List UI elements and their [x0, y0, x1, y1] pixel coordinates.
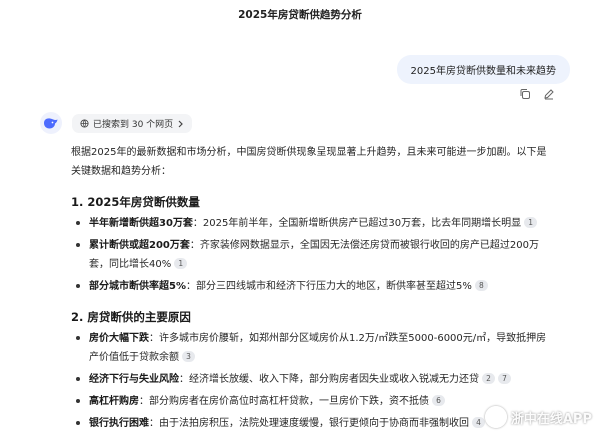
citation-badge[interactable]: 6	[432, 395, 445, 406]
item-bold: 高杠杆购房	[89, 396, 139, 407]
watermark-logo-icon	[484, 406, 507, 428]
list-item: 银行执行困难：由于法拍房积压，法院处理速度缓慢，银行更倾向于协商而非强制收回 4	[71, 414, 551, 433]
search-chip-label: 已搜索到 30 个网页	[93, 120, 174, 130]
search-results-chip[interactable]: 已搜索到 30 个网页	[72, 114, 193, 133]
item-bold: 部分城市断供率超5%	[89, 281, 186, 292]
section-heading: 2. 房贷断供的主要原因	[71, 310, 191, 324]
user-message-bubble: 2025年房贷断供数量和未来趋势	[396, 55, 570, 84]
item-text: ：由于法拍房积压，法院处理速度缓慢，银行更倾向于协商而非强制收回	[149, 418, 469, 429]
list-item: 累计断供或超200万套：齐家装修网数据显示，全国因无法偿还房贷而被银行收回的房产…	[71, 236, 551, 274]
section-heading: 1. 2025年房贷断供数量	[71, 195, 200, 209]
item-text: ：经济增长放缓、收入下降，部分购房者因失业或收入锐减无力还贷	[179, 374, 479, 385]
user-message-text: 2025年房贷断供数量和未来趋势	[410, 66, 556, 77]
copy-icon[interactable]	[519, 88, 531, 100]
assistant-answer: 根据2025年的最新数据和市场分析，中国房贷断供现象呈现显著上升趋势，且未来可能…	[71, 143, 551, 436]
message-actions	[519, 88, 555, 100]
item-bold: 累计断供或超200万套	[89, 240, 190, 251]
citation-badge[interactable]: 8	[474, 280, 488, 291]
citation-badge[interactable]: 1	[174, 258, 188, 269]
chevron-right-icon	[178, 120, 184, 127]
list-item: 部分城市断供率超5%：部分三四线城市和经济下行压力大的地区，断供率甚至超过5% 8	[71, 277, 551, 296]
list-item: 高杠杆购房：部分购房者在房价高位时高杠杆贷款，一旦房价下跌，资不抵债 6	[71, 392, 551, 411]
item-bold: 房价大幅下跌	[89, 333, 149, 344]
watermark-text: 浙中在线APP	[510, 411, 592, 427]
citation-badge[interactable]: 7	[498, 373, 511, 384]
edit-icon[interactable]	[543, 88, 555, 100]
watermark: 浙中在线APP	[484, 406, 592, 428]
answer-intro: 根据2025年的最新数据和市场分析，中国房贷断供现象呈现显著上升趋势，且未来可能…	[71, 147, 547, 177]
citation-badge[interactable]: 2	[482, 373, 495, 384]
item-text: ：部分购房者在房价高位时高杠杆贷款，一旦房价下跌，资不抵债	[139, 396, 429, 407]
section-list: 半年新增断供超30万套：2025年前半年，全国新增断供房产已超过30万套，比去年…	[71, 214, 551, 296]
section-list: 房价大幅下跌：许多城市房价腰斩，如郑州部分区域房价从1.2万/㎡跌至5000-6…	[71, 329, 551, 433]
page-title: 2025年房贷断供趋势分析	[238, 9, 362, 21]
item-bold: 经济下行与失业风险	[89, 374, 179, 385]
citation-badge[interactable]: 3	[182, 351, 195, 362]
item-text: ：部分三四线城市和经济下行压力大的地区，断供率甚至超过5%	[185, 281, 472, 292]
list-item: 半年新增断供超30万套：2025年前半年，全国新增断供房产已超过30万套，比去年…	[71, 214, 551, 233]
whale-logo-icon	[40, 112, 62, 134]
list-item: 房价大幅下跌：许多城市房价腰斩，如郑州部分区域房价从1.2万/㎡跌至5000-6…	[71, 329, 551, 367]
item-text: ：许多城市房价腰斩，如郑州部分区域房价从1.2万/㎡跌至5000-6000元/㎡…	[89, 333, 547, 363]
list-item: 经济下行与失业风险：经济增长放缓、收入下降，部分购房者因失业或收入锐减无力还贷 2…	[71, 370, 551, 389]
item-text: ：2025年前半年，全国新增断供房产已超过30万套，比去年同期增长明显	[192, 218, 522, 229]
item-bold: 银行执行困难	[89, 418, 149, 429]
citation-badge[interactable]: 1	[524, 217, 538, 228]
citation-badge[interactable]: 4	[472, 417, 485, 428]
search-globe-icon	[80, 119, 89, 128]
item-bold: 半年新增断供超30万套	[89, 218, 193, 229]
